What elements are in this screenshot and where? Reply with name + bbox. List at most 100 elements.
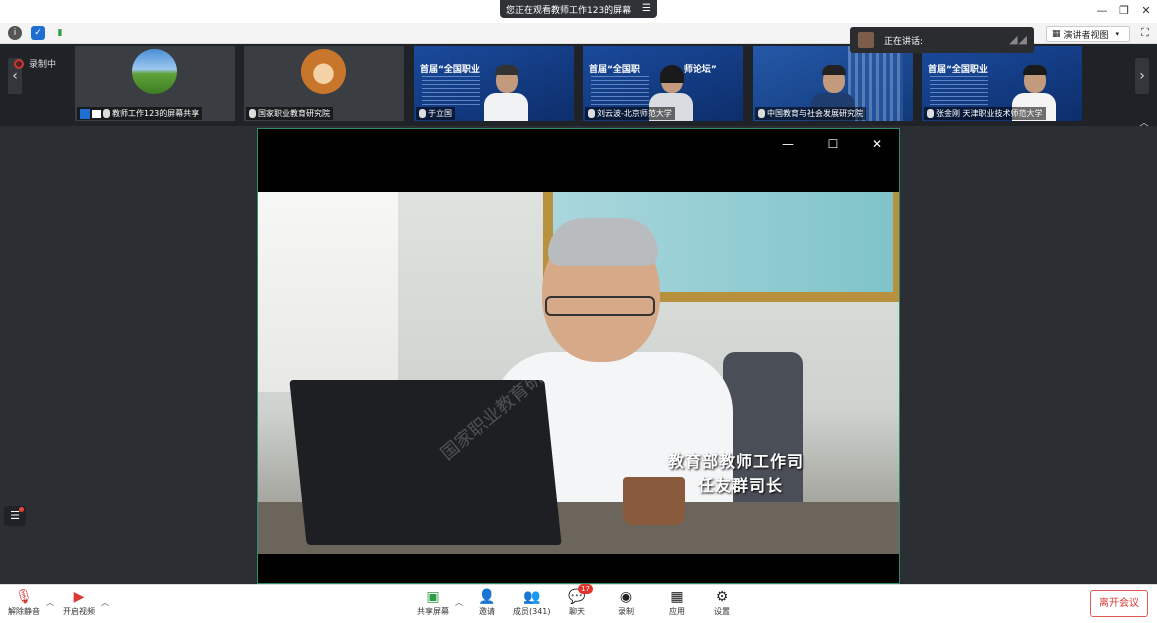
unmute-button[interactable]: 🎙 解除静音 — [8, 588, 40, 617]
share-options-chevron-icon[interactable]: ︿ — [455, 597, 463, 608]
settings-button[interactable]: ⚙ 设置 — [713, 588, 731, 617]
security-shield-icon[interactable]: ✓ — [31, 26, 45, 40]
participant-strip: ‹ 录制中 教师工作123的屏幕共享 国家职业教育研究院 首届“全国职业 于立国… — [0, 44, 1157, 129]
signal-strength-icon[interactable]: ▮ — [53, 26, 67, 40]
start-video-label: 开启视频 — [63, 607, 95, 616]
floating-list-button[interactable]: ☰ — [4, 506, 26, 526]
chat-icon: 💬 17 — [568, 584, 593, 606]
participant-tile[interactable]: 首届“全国职业 张金刚 天津职业技术师范大学 — [922, 46, 1082, 121]
participant-name-bar: 国家职业教育研究院 — [246, 107, 333, 120]
shared-video-window: — ☐ ✕ 国家职业教育研 教育部教师工作司 任友群司长 — [257, 128, 900, 584]
participant-name: 于立国 — [428, 109, 452, 118]
record-label: 录制 — [618, 607, 634, 616]
gear-icon: ⚙ — [715, 589, 729, 605]
apps-button[interactable]: ▦ 应用 — [668, 588, 686, 617]
window-close-icon[interactable]: ✕ — [867, 137, 887, 151]
slide-title: 首届“全国职业 — [420, 65, 480, 75]
share-screen-icon: ▣ — [426, 589, 440, 605]
speaker-avatar — [858, 32, 874, 48]
view-switch-label: 演讲者视图 — [1063, 30, 1109, 41]
window-minimize-icon[interactable]: — — [778, 137, 798, 151]
chat-badge: 17 — [578, 584, 593, 594]
screen-share-icon — [92, 109, 101, 118]
mic-icon — [419, 109, 426, 118]
coffee-cup — [623, 477, 685, 525]
participant-name: 张金刚 天津职业技术师范大学 — [936, 109, 1043, 118]
members-button[interactable]: 👥 成员(341) — [513, 588, 551, 617]
share-banner-text: 您正在观看教师工作123的屏幕 — [506, 5, 632, 16]
fullscreen-icon[interactable]: ⛶ — [1138, 26, 1152, 40]
office-window — [258, 192, 398, 392]
window-maximize-icon[interactable]: ☐ — [823, 137, 843, 151]
participant-tile[interactable]: 中国教育与社会发展研究院 — [753, 46, 913, 121]
landscape-avatar — [132, 49, 177, 94]
menu-icon[interactable]: ☰ — [642, 3, 651, 14]
invite-button[interactable]: 👤 邀请 — [478, 588, 496, 617]
chat-label: 聊天 — [569, 607, 585, 616]
mic-muted-icon: 🎙 — [15, 589, 33, 605]
mic-icon — [103, 109, 110, 118]
members-icon: 👥 — [523, 589, 541, 605]
video-options-chevron-icon[interactable]: ︿ — [101, 597, 109, 608]
record-dot-icon — [14, 58, 24, 69]
participant-tile[interactable]: 首届“全国职业 于立国 — [414, 46, 574, 121]
participant-name-bar: 教师工作123的屏幕共享 — [77, 107, 203, 120]
leave-meeting-button[interactable]: 离开会议 — [1090, 590, 1148, 617]
share-banner[interactable]: 您正在观看教师工作123的屏幕 ☰ — [500, 0, 657, 18]
mic-icon — [588, 109, 595, 118]
audio-options-chevron-icon[interactable]: ︿ — [46, 597, 54, 608]
slide-title: 首届“全国职业 — [928, 65, 988, 75]
share-screen-button[interactable]: ▣ 共享屏幕 — [417, 588, 449, 617]
invite-label: 邀请 — [479, 607, 495, 616]
mic-icon — [249, 109, 256, 118]
recording-label: 录制中 — [29, 60, 57, 70]
slide-text-lines — [422, 76, 480, 106]
participant-name-bar: 于立国 — [416, 107, 455, 120]
mic-icon — [927, 109, 934, 118]
speaker-glasses — [545, 296, 655, 316]
slide-title-part1: 首届“全国职 — [589, 65, 640, 75]
record-icon: ◉ — [619, 589, 633, 605]
bottom-control-bar: 🎙 解除静音 ︿ ▶ 开启视频 ︿ ▣ 共享屏幕 ︿ 👤 邀请 👥 成员(341… — [0, 584, 1157, 623]
participant-name: 教师工作123的屏幕共享 — [112, 109, 200, 118]
caption-line2: 任友群司长 — [698, 476, 784, 495]
unmute-label: 解除静音 — [8, 607, 40, 616]
record-button[interactable]: ◉ 录制 — [617, 588, 635, 617]
speaking-label: 正在讲话: — [884, 36, 924, 47]
strip-next-button[interactable]: › — [1135, 58, 1149, 94]
apps-label: 应用 — [669, 607, 685, 616]
list-icon: ☰ — [10, 509, 20, 522]
recording-indicator: 录制中 — [14, 57, 56, 70]
shared-screen-area: — ☐ ✕ 国家职业教育研 教育部教师工作司 任友群司长 ☰ — [0, 126, 1157, 584]
caption-line1: 教育部教师工作司 — [668, 452, 805, 471]
participant-tile[interactable]: 国家职业教育研究院 — [244, 46, 404, 121]
participant-name: 国家职业教育研究院 — [258, 109, 330, 118]
share-screen-label: 共享屏幕 — [417, 607, 449, 616]
dog-avatar — [301, 49, 346, 94]
view-switch-dropdown[interactable]: ▦ 演讲者视图 ▾ — [1046, 26, 1130, 42]
restore-button[interactable]: ❐ — [1114, 3, 1134, 19]
invite-user-icon: 👤 — [478, 589, 496, 605]
participant-name-bar: 刘云波-北京师范大学 — [585, 107, 675, 120]
mic-icon — [758, 109, 765, 118]
slide-text-lines — [930, 76, 988, 106]
info-icon[interactable]: i — [8, 26, 22, 40]
participant-name-bar: 中国教育与社会发展研究院 — [755, 107, 866, 120]
speaker-hair — [548, 218, 658, 266]
slide-text-lines — [591, 76, 649, 106]
notification-dot — [19, 507, 24, 512]
user-icon — [80, 108, 90, 119]
participant-tile[interactable]: 首届“全国职 师论坛” 刘云波-北京师范大学 — [583, 46, 743, 121]
chat-button[interactable]: 💬 17 聊天 — [568, 584, 593, 617]
close-button[interactable]: ✕ — [1136, 3, 1156, 19]
start-video-button[interactable]: ▶ 开启视频 — [63, 588, 95, 617]
minimize-button[interactable]: — — [1092, 3, 1112, 19]
camera-off-icon: ▶ — [73, 589, 85, 605]
participant-name-bar: 张金刚 天津职业技术师范大学 — [924, 107, 1046, 120]
video-frame: 国家职业教育研 教育部教师工作司 任友群司长 — [258, 192, 899, 554]
speaking-indicator: 正在讲话: ◢◢ — [850, 27, 1034, 53]
speaker-audio-icon: ◢◢ — [1009, 33, 1028, 46]
participant-tile[interactable]: 教师工作123的屏幕共享 — [75, 46, 235, 121]
apps-grid-icon: ▦ — [670, 589, 684, 605]
participant-name: 中国教育与社会发展研究院 — [767, 109, 863, 118]
